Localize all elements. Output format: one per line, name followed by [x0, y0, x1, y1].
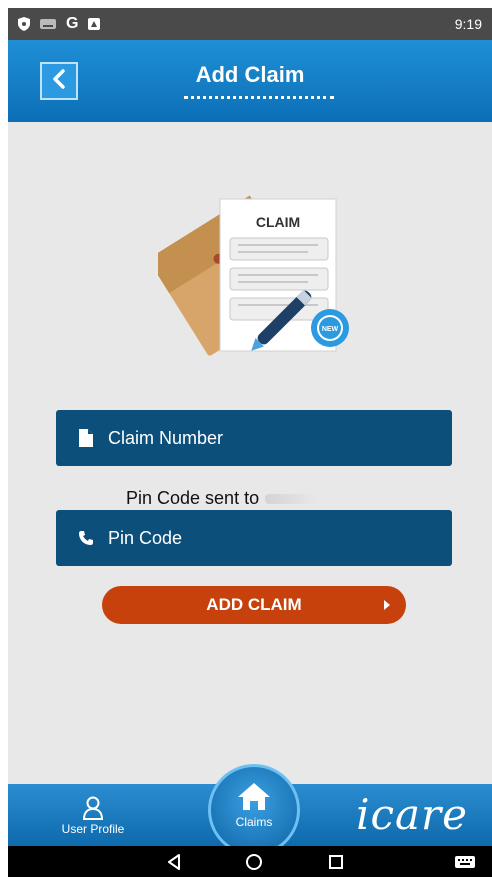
shield-icon [18, 17, 30, 31]
tab-user-profile[interactable]: User Profile [48, 796, 138, 836]
title-underline [184, 96, 334, 99]
redacted-phone [265, 494, 318, 505]
add-claim-button[interactable]: ADD CLAIM [102, 586, 406, 624]
phone-icon [72, 530, 100, 546]
brand-logo: icare [356, 790, 468, 839]
pin-code-field[interactable] [56, 510, 452, 566]
pin-code-note: Pin Code sent to [126, 488, 318, 509]
add-claim-label: ADD CLAIM [206, 595, 302, 614]
document-icon [72, 429, 100, 447]
device-screen: G 9:19 Add Claim CLAIM NEW Claim Number … [8, 8, 492, 877]
google-icon: G [66, 15, 79, 32]
claim-illustration: CLAIM NEW [147, 174, 358, 374]
nav-home-icon[interactable] [244, 852, 264, 872]
pin-code-input[interactable] [108, 527, 428, 549]
status-bar: G 9:19 [8, 8, 492, 40]
system-nav-bar [8, 846, 492, 877]
bottom-tab-bar: User Profile Claims icare [8, 764, 492, 856]
status-time: 9:19 [454, 16, 482, 32]
page-title: Add Claim [195, 62, 305, 87]
nav-keyboard-icon[interactable] [454, 852, 476, 872]
new-badge: NEW [322, 326, 339, 333]
arrow-right-icon [384, 600, 390, 610]
notification-icon [88, 18, 101, 30]
home-icon [211, 781, 297, 811]
app-header: Add Claim [8, 40, 492, 122]
claim-number-field[interactable] [56, 410, 452, 466]
keyboard-icon [40, 19, 56, 29]
tab-claims[interactable]: Claims [208, 764, 300, 856]
pin-code-note-text: Pin Code sent to [126, 488, 260, 508]
tab-claims-label: Claims [235, 815, 273, 829]
tab-user-profile-label: User Profile [61, 822, 125, 836]
nav-recents-icon[interactable] [326, 852, 346, 872]
nav-back-icon[interactable] [164, 852, 184, 872]
claim-number-input[interactable] [108, 427, 428, 449]
user-icon [48, 796, 138, 820]
claim-doc-title: CLAIM [256, 214, 300, 230]
